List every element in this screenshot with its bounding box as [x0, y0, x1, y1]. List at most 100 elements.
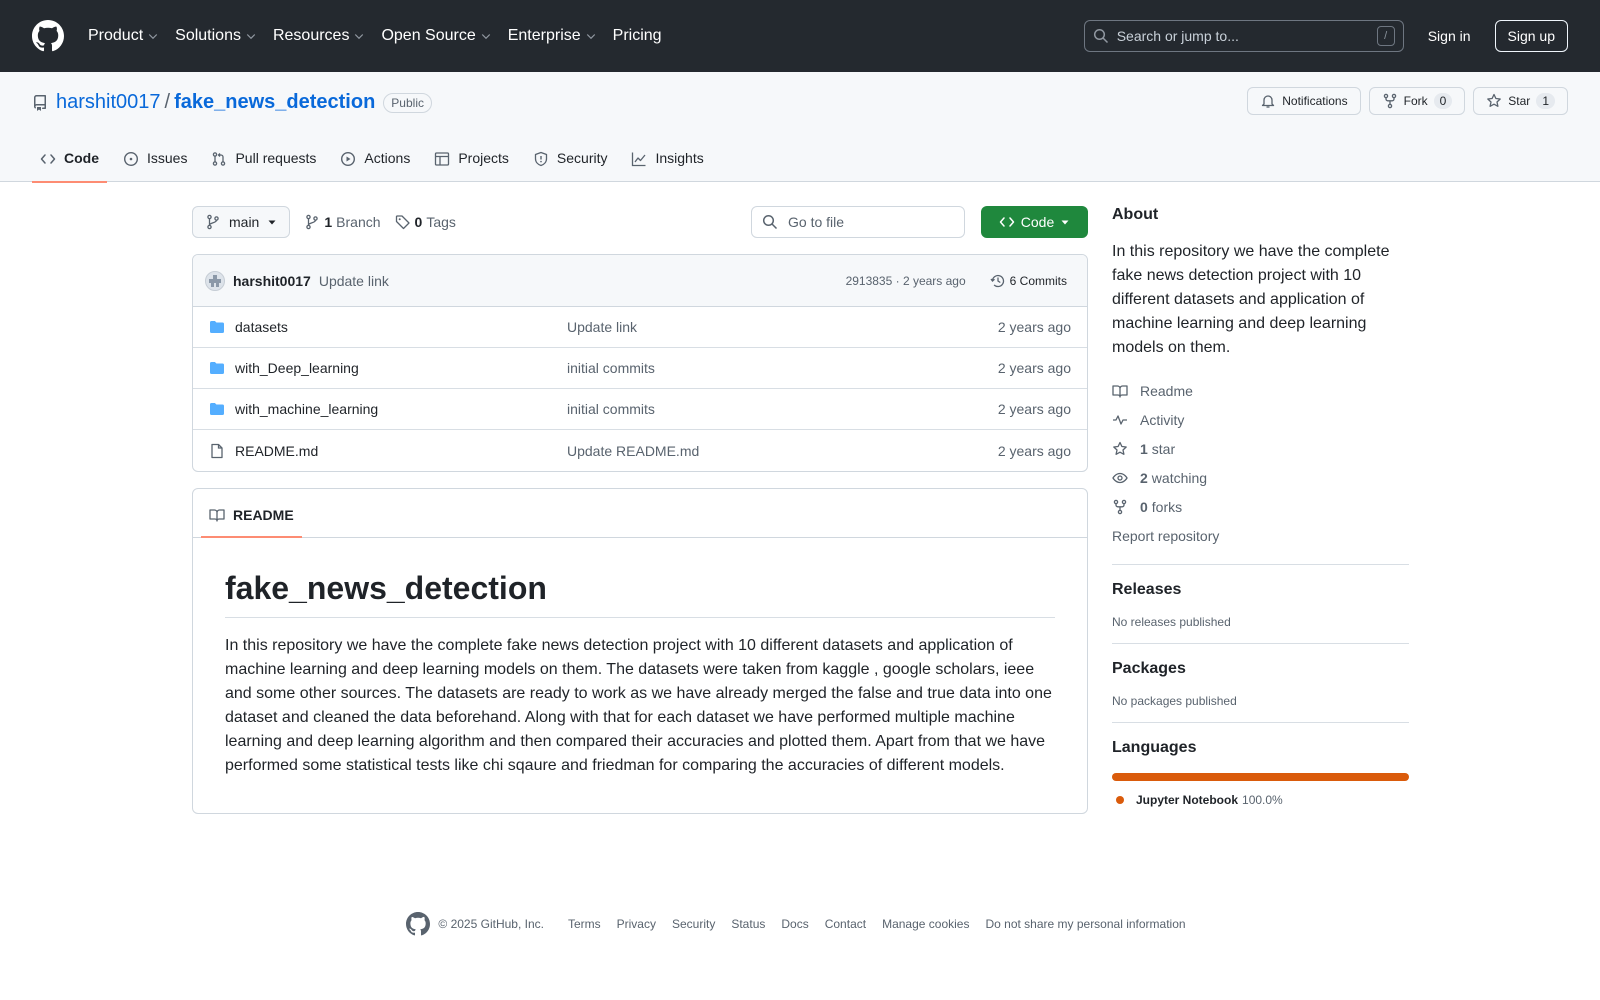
file-commit-message[interactable]: Update link — [567, 319, 998, 335]
fork-label: Fork — [1403, 94, 1428, 108]
commit-author-link[interactable]: harshit0017 — [233, 273, 311, 289]
releases-empty-text: No releases published — [1112, 615, 1231, 629]
nav-enterprise-label: Enterprise — [507, 27, 581, 44]
commit-hash-time[interactable]: 2913835 · 2 years ago — [846, 274, 966, 288]
sign-in-link[interactable]: Sign in — [1420, 28, 1479, 44]
file-date: 2 years ago — [997, 401, 1071, 417]
footer-copyright: © 2025 GitHub, Inc. — [406, 912, 544, 936]
branches-link[interactable]: 1 Branch — [304, 214, 381, 230]
avatar-identicon-icon — [209, 274, 221, 287]
search-input[interactable]: Search or jump to... / — [1083, 20, 1404, 52]
avatar[interactable] — [205, 270, 225, 291]
repo-sidebar: About In this repository we have the com… — [1112, 206, 1409, 807]
table-row[interactable]: with_Deep_learning initial commits 2 yea… — [193, 348, 1087, 389]
tab-actions[interactable]: Actions — [332, 142, 418, 182]
footer-link-do-not-share[interactable]: Do not share my personal information — [985, 917, 1185, 931]
file-name-link[interactable]: datasets — [235, 319, 567, 335]
chevron-down-icon — [586, 34, 595, 40]
divider — [1112, 564, 1409, 565]
nav-open-source[interactable]: Open Source — [381, 27, 491, 45]
file-commit-message[interactable]: initial commits — [567, 401, 998, 417]
branch-select-button[interactable]: main — [192, 206, 291, 238]
copyright-text: © 2025 GitHub, Inc. — [438, 917, 544, 931]
footer-link-terms[interactable]: Terms — [568, 917, 601, 931]
commit-message-link[interactable]: Update link — [319, 273, 389, 289]
language-item[interactable]: Jupyter Notebook 100.0% — [1112, 793, 1409, 807]
star-icon — [1487, 93, 1502, 107]
fork-button[interactable]: Fork 0 — [1368, 87, 1466, 115]
readme-panel: README fake_news_detection In this repos… — [192, 488, 1088, 814]
forks-count: 0 — [1140, 498, 1148, 515]
stars-link[interactable]: 1 star — [1112, 434, 1409, 463]
nav-open-source-label: Open Source — [381, 27, 476, 44]
footer-link-privacy[interactable]: Privacy — [617, 917, 656, 931]
footer-link-security[interactable]: Security — [672, 917, 715, 931]
pulse-icon — [1113, 414, 1127, 425]
activity-link[interactable]: Activity — [1112, 405, 1409, 434]
code-icon — [999, 217, 1015, 227]
folder-icon — [210, 403, 224, 415]
readme-link[interactable]: Readme — [1112, 376, 1409, 405]
graph-icon — [632, 152, 646, 167]
nav-enterprise[interactable]: Enterprise — [508, 27, 597, 45]
divider — [1112, 643, 1409, 644]
commit-meta: 2913835 · 2 years ago 6 Commits — [846, 273, 1075, 289]
watching-count: 2 — [1140, 469, 1148, 486]
issue-icon — [123, 151, 139, 167]
branch-count-label: Branch — [336, 214, 381, 230]
table-row[interactable]: README.md Update README.md 2 years ago — [193, 430, 1087, 471]
tab-projects[interactable]: Projects — [426, 142, 517, 182]
tab-security[interactable]: Security — [525, 142, 616, 182]
file-commit-message[interactable]: Update README.md — [567, 443, 998, 459]
tab-actions-label: Actions — [364, 150, 411, 166]
nav-product[interactable]: Product — [88, 27, 159, 45]
footer-link-docs[interactable]: Docs — [781, 917, 808, 931]
repo-title: harshit0017 / fake_news_detection Public — [32, 91, 432, 114]
go-to-file-input[interactable]: Go to file — [751, 206, 965, 238]
tab-insights[interactable]: Insights — [623, 142, 711, 182]
table-row[interactable]: with_machine_learning initial commits 2 … — [193, 389, 1087, 430]
nav-resources[interactable]: Resources — [273, 27, 365, 45]
file-name-link[interactable]: with_Deep_learning — [235, 360, 567, 376]
tag-icon — [395, 215, 410, 230]
readme-paragraph: In this repository we have the complete … — [225, 637, 1052, 774]
github-logo-icon[interactable] — [406, 912, 431, 936]
forks-link[interactable]: 0 forks — [1112, 492, 1409, 521]
table-row[interactable]: datasets Update link 2 years ago — [193, 307, 1087, 348]
code-dropdown-button[interactable]: Code — [981, 206, 1088, 238]
tags-link[interactable]: 0 Tags — [395, 214, 456, 230]
notifications-button[interactable]: Notifications — [1247, 87, 1361, 115]
tab-issues[interactable]: Issues — [115, 142, 195, 182]
tab-code[interactable]: Code — [32, 142, 107, 183]
table-icon — [435, 152, 450, 166]
search-shortcut-key: / — [1376, 26, 1395, 46]
file-name-link[interactable]: README.md — [235, 443, 567, 459]
repo-name-link[interactable]: fake_news_detection — [174, 91, 375, 114]
tab-pull-requests[interactable]: Pull requests — [203, 142, 324, 182]
github-logo-icon[interactable] — [32, 20, 64, 52]
footer-link-contact[interactable]: Contact — [825, 917, 866, 931]
repo-header: harshit0017 / fake_news_detection Public… — [0, 72, 1600, 183]
packages-heading[interactable]: Packages — [1112, 660, 1409, 678]
commits-history-link[interactable]: 6 Commits — [982, 273, 1075, 289]
tab-code-label: Code — [64, 150, 99, 166]
footer-link-manage-cookies[interactable]: Manage cookies — [882, 917, 969, 931]
footer-link-status[interactable]: Status — [731, 917, 765, 931]
tab-readme[interactable]: README — [201, 507, 302, 538]
report-repository-link[interactable]: Report repository — [1112, 521, 1409, 550]
nav-solutions[interactable]: Solutions — [175, 27, 257, 45]
file-name-link[interactable]: with_machine_learning — [235, 401, 567, 417]
nav-pricing[interactable]: Pricing — [613, 27, 662, 45]
forks-label: forks — [1151, 498, 1183, 515]
nav-solutions-label: Solutions — [175, 27, 241, 44]
language-name: Jupyter Notebook — [1136, 793, 1239, 807]
star-button[interactable]: Star 1 — [1473, 87, 1568, 115]
star-count: 1 — [1536, 93, 1555, 109]
folder-icon — [210, 321, 224, 333]
repo-owner-link[interactable]: harshit0017 — [56, 91, 161, 114]
watchers-link[interactable]: 2 watching — [1112, 463, 1409, 492]
releases-heading[interactable]: Releases — [1112, 581, 1409, 599]
file-commit-message[interactable]: initial commits — [567, 360, 998, 376]
sign-up-button[interactable]: Sign up — [1494, 20, 1568, 52]
pull-request-icon — [213, 152, 226, 166]
